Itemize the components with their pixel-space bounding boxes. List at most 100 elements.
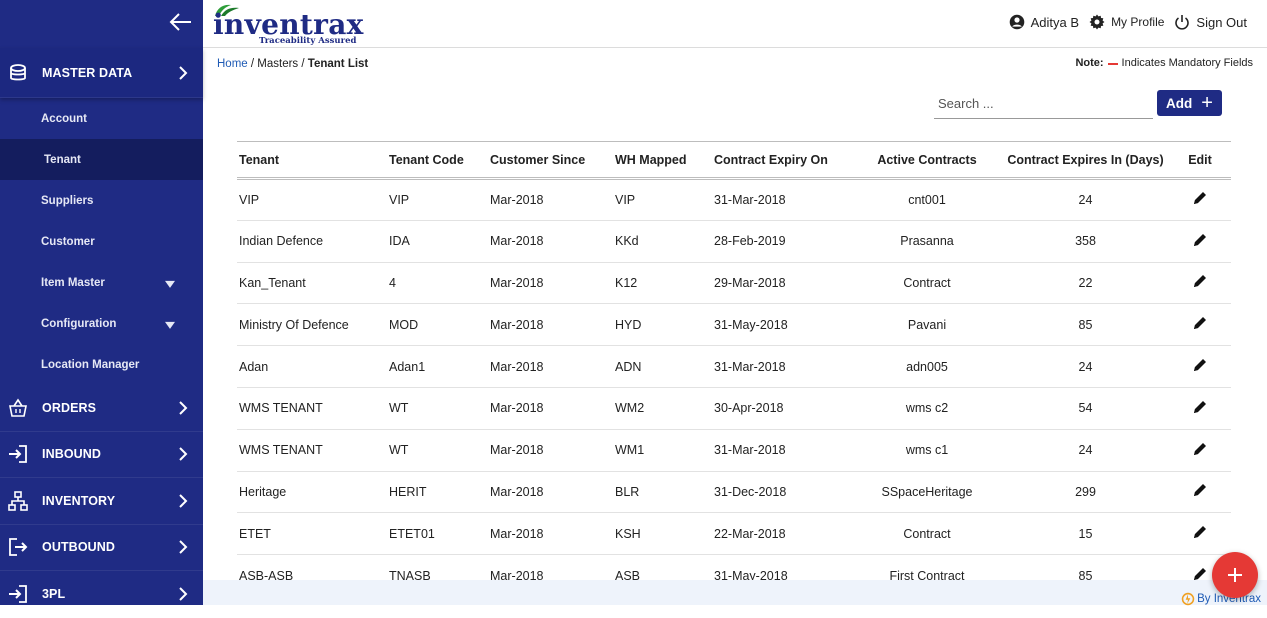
table-cell: 28-Feb-2019 [712,220,852,263]
column-header[interactable]: Contract Expiry On [712,142,852,179]
table-cell: 24 [1002,178,1169,221]
table-cell: KKd [613,220,712,263]
table-cell: 30-Apr-2018 [712,387,852,430]
sidebar-item-suppliers[interactable]: Suppliers [0,180,203,221]
column-header[interactable]: Tenant [237,142,387,179]
floating-add-button[interactable] [1212,552,1258,598]
sidebar-item-configuration[interactable]: Configuration [0,303,203,344]
table-cell: wms c1 [852,429,1002,472]
column-header[interactable]: Customer Since [488,142,613,179]
edit-cell [1169,512,1231,556]
table-cell: Ministry Of Defence [237,303,387,347]
pencil-edit-icon[interactable] [1192,524,1208,540]
table-cell: BLR [613,471,712,514]
add-tenant-button[interactable]: Add + [1157,90,1222,116]
table-cell: ETET [237,512,387,556]
brand-tagline: Traceability Assured [259,36,357,46]
user-circle-icon [1009,14,1024,30]
power-logo-icon [1181,592,1195,606]
caret-down-icon [165,280,175,288]
table-cell: cnt001 [852,178,1002,221]
sidebar-section-label: OUTBOUND [42,540,116,555]
pencil-edit-icon[interactable] [1192,399,1208,415]
table-cell: 31-Mar-2018 [712,429,852,472]
sidebar-item-customer[interactable]: Customer [0,221,203,262]
user-menu[interactable]: Aditya B [1009,14,1079,30]
table-cell: 24 [1002,345,1169,388]
table-row: Heritage HERIT Mar-2018 BLR 31-Dec-2018 SSpac… [237,471,1231,514]
user-name: Aditya B [1030,14,1080,30]
table-row: WMS TENANT WT Mar-2018 WM2 30-Apr-2018 wms c2… [237,387,1231,430]
sidebar-section-inventory[interactable]: INVENTORY [0,478,203,525]
table-row: ETET ETET01 Mar-2018 KSH 22-Mar-2018 Contract… [237,512,1231,556]
sidebar-section-label: MASTER DATA [42,65,133,80]
pencil-edit-icon[interactable] [1192,190,1208,206]
my-profile-link[interactable]: My Profile [1089,14,1164,30]
basket-icon [6,396,30,420]
sidebar-item-label: Customer [41,235,95,248]
table-cell: 22-Mar-2018 [712,512,852,556]
footer-byline: By Inventrax [1179,592,1261,606]
table-cell: 358 [1002,220,1169,263]
sidebar-item-tenant[interactable]: Tenant [0,139,203,180]
pencil-edit-icon[interactable] [1192,441,1208,457]
table-cell: Heritage [237,471,387,514]
edit-cell [1169,429,1231,472]
collapse-sidebar-arrow-icon[interactable] [167,8,195,36]
column-header[interactable]: WH Mapped [613,142,712,179]
column-header: Edit [1188,152,1212,167]
column-header[interactable]: Contract Expires In (Days) [1002,142,1169,179]
sidebar-section-inbound[interactable]: INBOUND [0,432,203,478]
table-row: WMS TENANT WT Mar-2018 WM1 31-Mar-2018 wms c1… [237,429,1231,472]
breadcrumb-masters[interactable]: Masters [257,58,298,70]
breadcrumb-home[interactable]: Home [217,58,248,70]
table-cell: Mar-2018 [488,178,613,221]
table-cell: ADN [613,345,712,388]
sidebar-item-location-manager[interactable]: Location Manager [0,344,203,385]
sidebar-item-item-master[interactable]: Item Master [0,262,203,303]
table-cell: Mar-2018 [488,220,613,263]
table-cell: Mar-2018 [488,429,613,472]
table-row: Kan_Tenant 4 Mar-2018 K12 29-Mar-2018 Contrac… [237,262,1231,305]
database-icon [6,61,30,85]
search-field [934,89,1153,119]
pencil-edit-icon[interactable] [1192,357,1208,373]
sidebar-item-account[interactable]: Account [0,98,203,139]
pencil-edit-icon[interactable] [1192,232,1208,248]
mandatory-note: Note: Indicates Mandatory Fields [1075,57,1253,69]
chevron-right-icon [179,447,188,461]
table-cell: WM2 [613,387,712,430]
table-cell: SSpaceHeritage [852,471,1002,514]
table-cell: 29-Mar-2018 [712,262,852,305]
table-cell: Mar-2018 [488,262,613,305]
table-cell: MOD [387,303,488,347]
table-row: VIP VIP Mar-2018 VIP 31-Mar-2018 cnt001 24 [237,178,1231,221]
pencil-edit-icon[interactable] [1192,273,1208,289]
table-cell: WMS TENANT [237,429,387,472]
breadcrumb-current: Tenant List [307,58,369,70]
sidebar-main-sections: ORDERS INBOUND INVENTORY OUTBOUND 3PL [0,385,203,618]
tenant-table: Tenant Tenant Code Customer Since WH Map… [237,141,1231,597]
column-header[interactable]: Active Contracts [852,142,1002,179]
search-input[interactable] [934,89,1153,117]
edit-cell [1169,471,1231,514]
table-cell: Adan [237,345,387,388]
sidebar-section-orders[interactable]: ORDERS [0,385,203,432]
pencil-edit-icon[interactable] [1192,315,1208,331]
pencil-edit-icon[interactable] [1192,482,1208,498]
mandatory-marker [1107,63,1118,65]
main-content: Home / Masters / Tenant List Note: Indica… [203,49,1267,605]
chevron-right-icon [179,587,188,601]
table-cell: 4 [387,262,488,305]
sidebar-section-master-data[interactable]: MASTER DATA [0,48,203,98]
sidebar-section-3pl[interactable]: 3PL [0,571,203,618]
note-text: Indicates Mandatory Fields [1121,57,1253,69]
sidebar-section-outbound[interactable]: OUTBOUND [0,525,203,571]
table-cell: VIP [387,178,488,221]
table-cell: 54 [1002,387,1169,430]
sign-out-link[interactable]: Sign Out [1174,14,1247,30]
table-cell: WM1 [613,429,712,472]
edit-cell [1169,387,1231,430]
column-header[interactable]: Tenant Code [387,142,488,179]
brand-logo[interactable]: inventrax Traceability Assured [211,2,363,46]
